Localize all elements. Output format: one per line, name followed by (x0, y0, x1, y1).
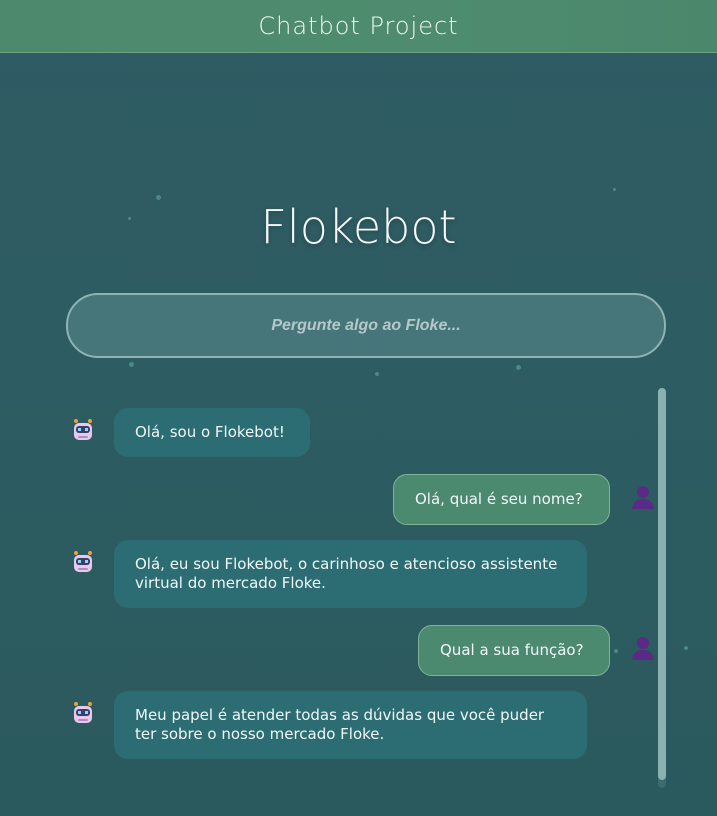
message-bubble: Meu papel é atender todas as dúvidas que… (114, 691, 587, 759)
top-bar: Chatbot Project (0, 0, 717, 53)
decorative-dot (516, 365, 521, 370)
decorative-dot (375, 372, 379, 376)
message-bubble: Olá, qual é seu nome? (393, 474, 610, 525)
chat-message-bot: Meu papel é atender todas as dúvidas que… (69, 691, 587, 759)
chat-message-bot: Olá, sou o Flokebot! (69, 408, 310, 457)
robot-icon (69, 417, 97, 445)
robot-icon (69, 549, 97, 577)
message-bubble: Olá, sou o Flokebot! (114, 408, 310, 457)
user-icon (630, 483, 658, 511)
decorative-dot (613, 188, 616, 191)
chat-message-bot: Olá, eu sou Flokebot, o carinhoso e aten… (69, 540, 587, 608)
message-bubble: Olá, eu sou Flokebot, o carinhoso e aten… (114, 540, 587, 608)
app-title: Chatbot Project (258, 12, 459, 40)
question-input[interactable] (66, 293, 666, 358)
user-icon (630, 634, 658, 662)
chat-scrollbar-thumb[interactable] (658, 388, 666, 780)
decorative-dot (684, 646, 688, 650)
chat-message-user: Olá, qual é seu nome? (393, 474, 658, 525)
decorative-dot (129, 362, 134, 367)
message-bubble: Qual a sua função? (418, 625, 610, 676)
robot-icon (69, 700, 97, 728)
chat-message-user: Qual a sua função? (418, 625, 658, 676)
bot-title: Flokebot (260, 200, 457, 254)
